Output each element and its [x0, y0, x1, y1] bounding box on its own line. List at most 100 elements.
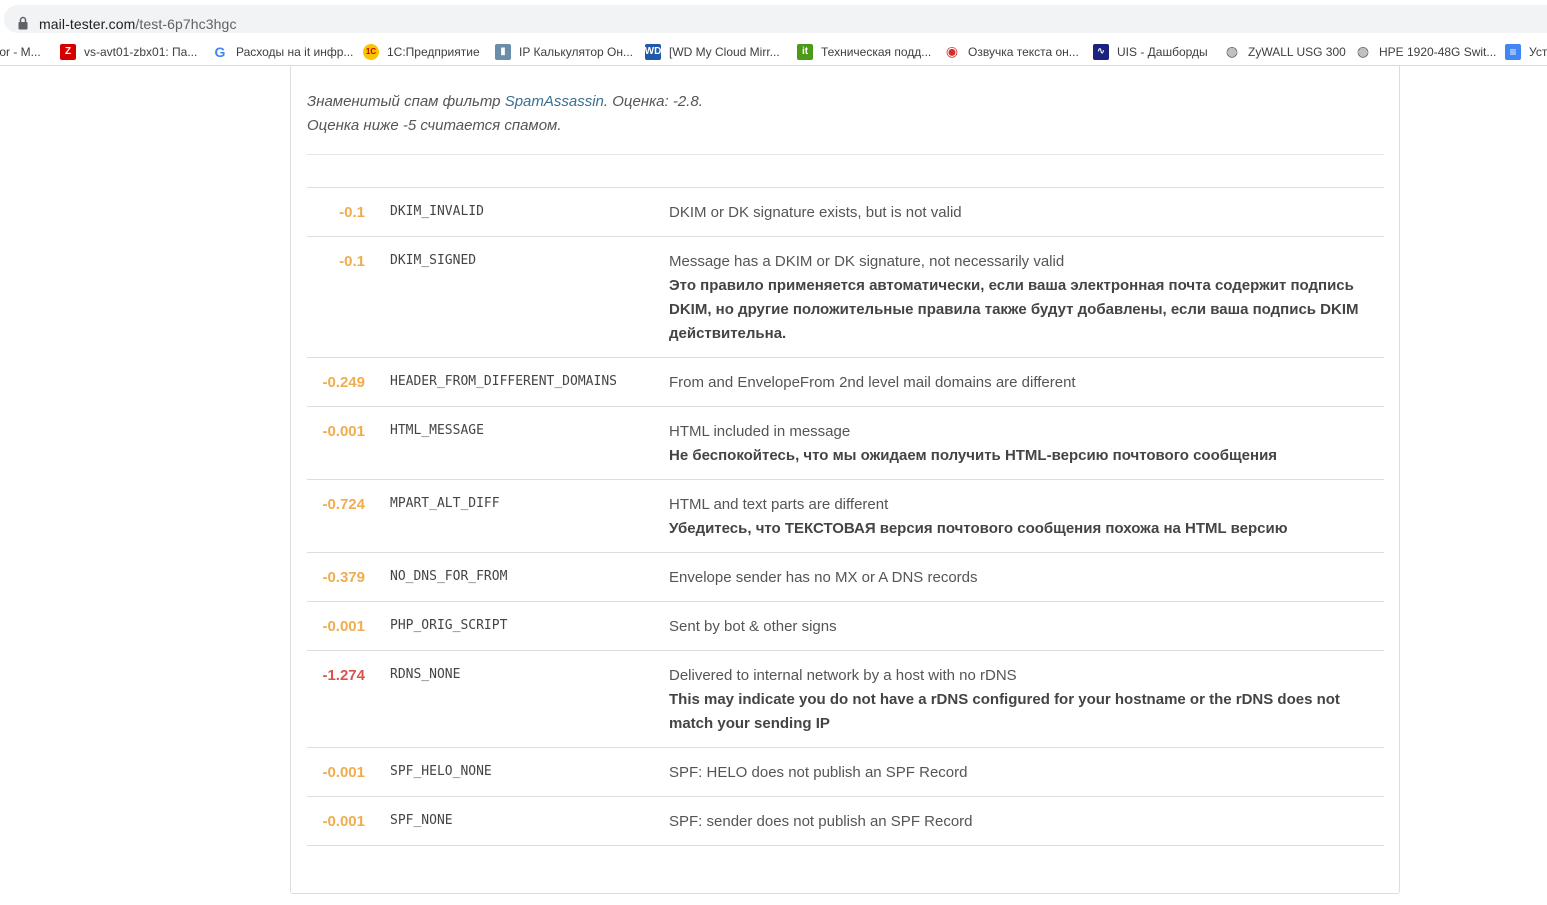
rule-description-text: From and EnvelopeFrom 2nd level mail dom… — [669, 374, 1076, 391]
rule-description: SPF: HELO does not publish an SPF Record — [669, 761, 1369, 785]
intro-line-1: Знаменитый спам фильтр SpamAssassin. Оце… — [307, 93, 703, 110]
bookmark-label: [WD My Cloud Mirr... — [669, 44, 780, 59]
rule-name: HEADER_FROM_DIFFERENT_DOMAINS — [390, 374, 617, 389]
rule-row: -0.001 SPF_NONE SPF: sender does not publi… — [307, 797, 1384, 846]
lock-icon[interactable] — [18, 16, 28, 30]
rule-name: MPART_ALT_DIFF — [390, 496, 500, 511]
rule-description-text: Sent by bot & other signs — [669, 618, 837, 635]
rule-score: -0.001 — [322, 618, 365, 635]
rule-name: RDNS_NONE — [390, 667, 461, 682]
rule-tip: Это правило применяется автоматически, е… — [669, 277, 1359, 342]
bookmark-label: Уст — [1529, 44, 1547, 59]
rule-description-text: Envelope sender has no MX or A DNS recor… — [669, 569, 978, 586]
rule-name: HTML_MESSAGE — [390, 423, 484, 438]
bookmark-item[interactable]: it Техническая подд... — [797, 42, 931, 61]
rule-name: PHP_ORIG_SCRIPT — [390, 618, 508, 633]
rule-description-text: Message has a DKIM or DK signature, not … — [669, 253, 1065, 270]
bookmark-label: Техническая подд... — [821, 44, 932, 59]
rule-description: Delivered to internal network by a host … — [669, 664, 1369, 736]
rule-description-text: DKIM or DK signature exists, but is not … — [669, 204, 962, 221]
rule-description-text: SPF: HELO does not publish an SPF Record — [669, 764, 968, 781]
wd-icon: WD — [645, 43, 661, 60]
rule-score: -0.001 — [322, 813, 365, 830]
rule-description: HTML and text parts are different Убедите… — [669, 493, 1369, 541]
bookmark-item[interactable]: ∿ UIS - Дашборды — [1093, 42, 1208, 61]
rule-name: SPF_HELO_NONE — [390, 764, 492, 779]
uis-icon: ∿ — [1093, 43, 1109, 60]
address-bar: mail-tester.com/test-6p7hc3hgc — [0, 0, 1547, 37]
google-icon: G — [214, 43, 226, 60]
omnibox[interactable]: mail-tester.com/test-6p7hc3hgc — [4, 5, 1547, 33]
globe-icon: ◍ — [1356, 43, 1370, 59]
url-text[interactable]: mail-tester.com/test-6p7hc3hgc — [39, 16, 237, 32]
bookmark-item[interactable]: ≡ Уст — [1505, 42, 1547, 61]
doc-icon: ≡ — [1505, 43, 1521, 60]
bookmark-item[interactable]: 1С 1С:Предприятие — [363, 42, 480, 61]
bookmark-item[interactable]: ◉ Озвучка текста он... — [944, 42, 1079, 61]
bookmark-item[interactable]: tor - M... — [0, 42, 41, 61]
spamassassin-intro: Знаменитый спам фильтр SpamAssassin. Оце… — [307, 90, 703, 138]
rule-row: -0.001 SPF_HELO_NONE SPF: HELO does not pu… — [307, 748, 1384, 797]
bookmark-item[interactable]: ◍ HPE 1920-48G Swit... — [1355, 42, 1497, 61]
rules-table: -0.1 DKIM_INVALID DKIM or DK signature exi… — [307, 187, 1384, 846]
rule-name: SPF_NONE — [390, 813, 453, 828]
rule-name: DKIM_INVALID — [390, 204, 484, 219]
bookmark-label: ZyWALL USG 300 — [1248, 44, 1346, 59]
rule-description: From and EnvelopeFrom 2nd level mail dom… — [669, 371, 1369, 395]
rule-row: -1.274 RDNS_NONE Delivered to internal net… — [307, 651, 1384, 748]
network-icon: ▮ — [495, 43, 511, 60]
it-icon: it — [797, 43, 813, 60]
bookmark-item[interactable]: WD [WD My Cloud Mirr... — [645, 42, 780, 61]
rule-description: SPF: sender does not publish an SPF Reco… — [669, 810, 1369, 834]
divider — [307, 154, 1384, 155]
bookmark-item[interactable]: G Расходы на it инфр... — [212, 42, 354, 61]
rule-tip: Не беспокойтесь, что мы ожидаем получить… — [669, 447, 1278, 464]
globe-icon: ◍ — [1225, 43, 1239, 59]
url-path: /test-6p7hc3hgc — [135, 16, 237, 32]
rule-name: NO_DNS_FOR_FROM — [390, 569, 508, 584]
rule-score: -0.001 — [322, 764, 365, 781]
rule-description: DKIM or DK signature exists, but is not … — [669, 201, 1369, 225]
rule-score: -0.1 — [339, 204, 365, 221]
bookmark-label: 1С:Предприятие — [387, 44, 480, 59]
bookmarks-bar: tor - M... Zvs-avt01-zbx01: Па... G Расходы… — [0, 37, 1547, 66]
url-host: mail-tester.com — [39, 16, 136, 32]
rule-description-text: SPF: sender does not publish an SPF Reco… — [669, 813, 973, 830]
bookmark-label: IP Калькулятор Он... — [519, 44, 633, 59]
rule-tip: This may indicate you do not have a rDNS… — [669, 691, 1340, 732]
bookmark-label: tor - M... — [0, 44, 41, 59]
rule-tip: Убедитесь, что ТЕКСТОВАЯ версия почтовог… — [669, 520, 1288, 537]
rule-row: -0.1 DKIM_SIGNED Message has a DKIM or DK … — [307, 237, 1384, 358]
bookmark-label: Расходы на it инфр... — [236, 44, 354, 59]
rule-description: Message has a DKIM or DK signature, not … — [669, 250, 1369, 346]
bookmark-item[interactable]: Zvs-avt01-zbx01: Па... — [60, 42, 197, 61]
rule-description-text: Delivered to internal network by a host … — [669, 667, 1017, 684]
rule-description: Sent by bot & other signs — [669, 615, 1369, 639]
rule-score: -0.001 — [322, 423, 365, 440]
rule-score: -0.249 — [322, 374, 365, 391]
rule-score: -0.379 — [322, 569, 365, 586]
rule-row: -0.001 PHP_ORIG_SCRIPT Sent by bot & other… — [307, 602, 1384, 651]
rule-score: -0.724 — [322, 496, 365, 513]
bookmark-label: vs-avt01-zbx01: Па... — [84, 44, 198, 59]
bookmark-label: UIS - Дашборды — [1117, 44, 1208, 59]
rule-row: -0.001 HTML_MESSAGE HTML included in messa… — [307, 407, 1384, 480]
rule-description: Envelope sender has no MX or A DNS recor… — [669, 566, 1369, 590]
bookmark-label: HPE 1920-48G Swit... — [1379, 44, 1497, 59]
rule-row: -0.379 NO_DNS_FOR_FROM Envelope sender has… — [307, 553, 1384, 602]
rule-score: -0.1 — [339, 253, 365, 270]
rule-description-text: HTML included in message — [669, 423, 851, 440]
spamassassin-link[interactable]: SpamAssassin — [505, 93, 604, 110]
speech-icon: ◉ — [945, 43, 959, 59]
intro-line-2: Оценка ниже -5 считается спамом. — [307, 117, 562, 134]
rule-score: -1.274 — [322, 667, 365, 684]
rule-row: -0.724 MPART_ALT_DIFF HTML and text parts … — [307, 480, 1384, 553]
bookmark-item[interactable]: ◍ ZyWALL USG 300 — [1224, 42, 1346, 61]
rule-name: DKIM_SIGNED — [390, 253, 477, 268]
spamassassin-panel: Знаменитый спам фильтр SpamAssassin. Оце… — [290, 66, 1400, 894]
bookmark-item[interactable]: ▮ IP Калькулятор Он... — [495, 42, 633, 61]
rule-description: HTML included in message Не беспокойтесь,… — [669, 420, 1369, 468]
zabbix-icon: Z — [60, 43, 76, 60]
1c-icon: 1С — [363, 43, 379, 60]
bookmark-label: Озвучка текста он... — [968, 44, 1079, 59]
